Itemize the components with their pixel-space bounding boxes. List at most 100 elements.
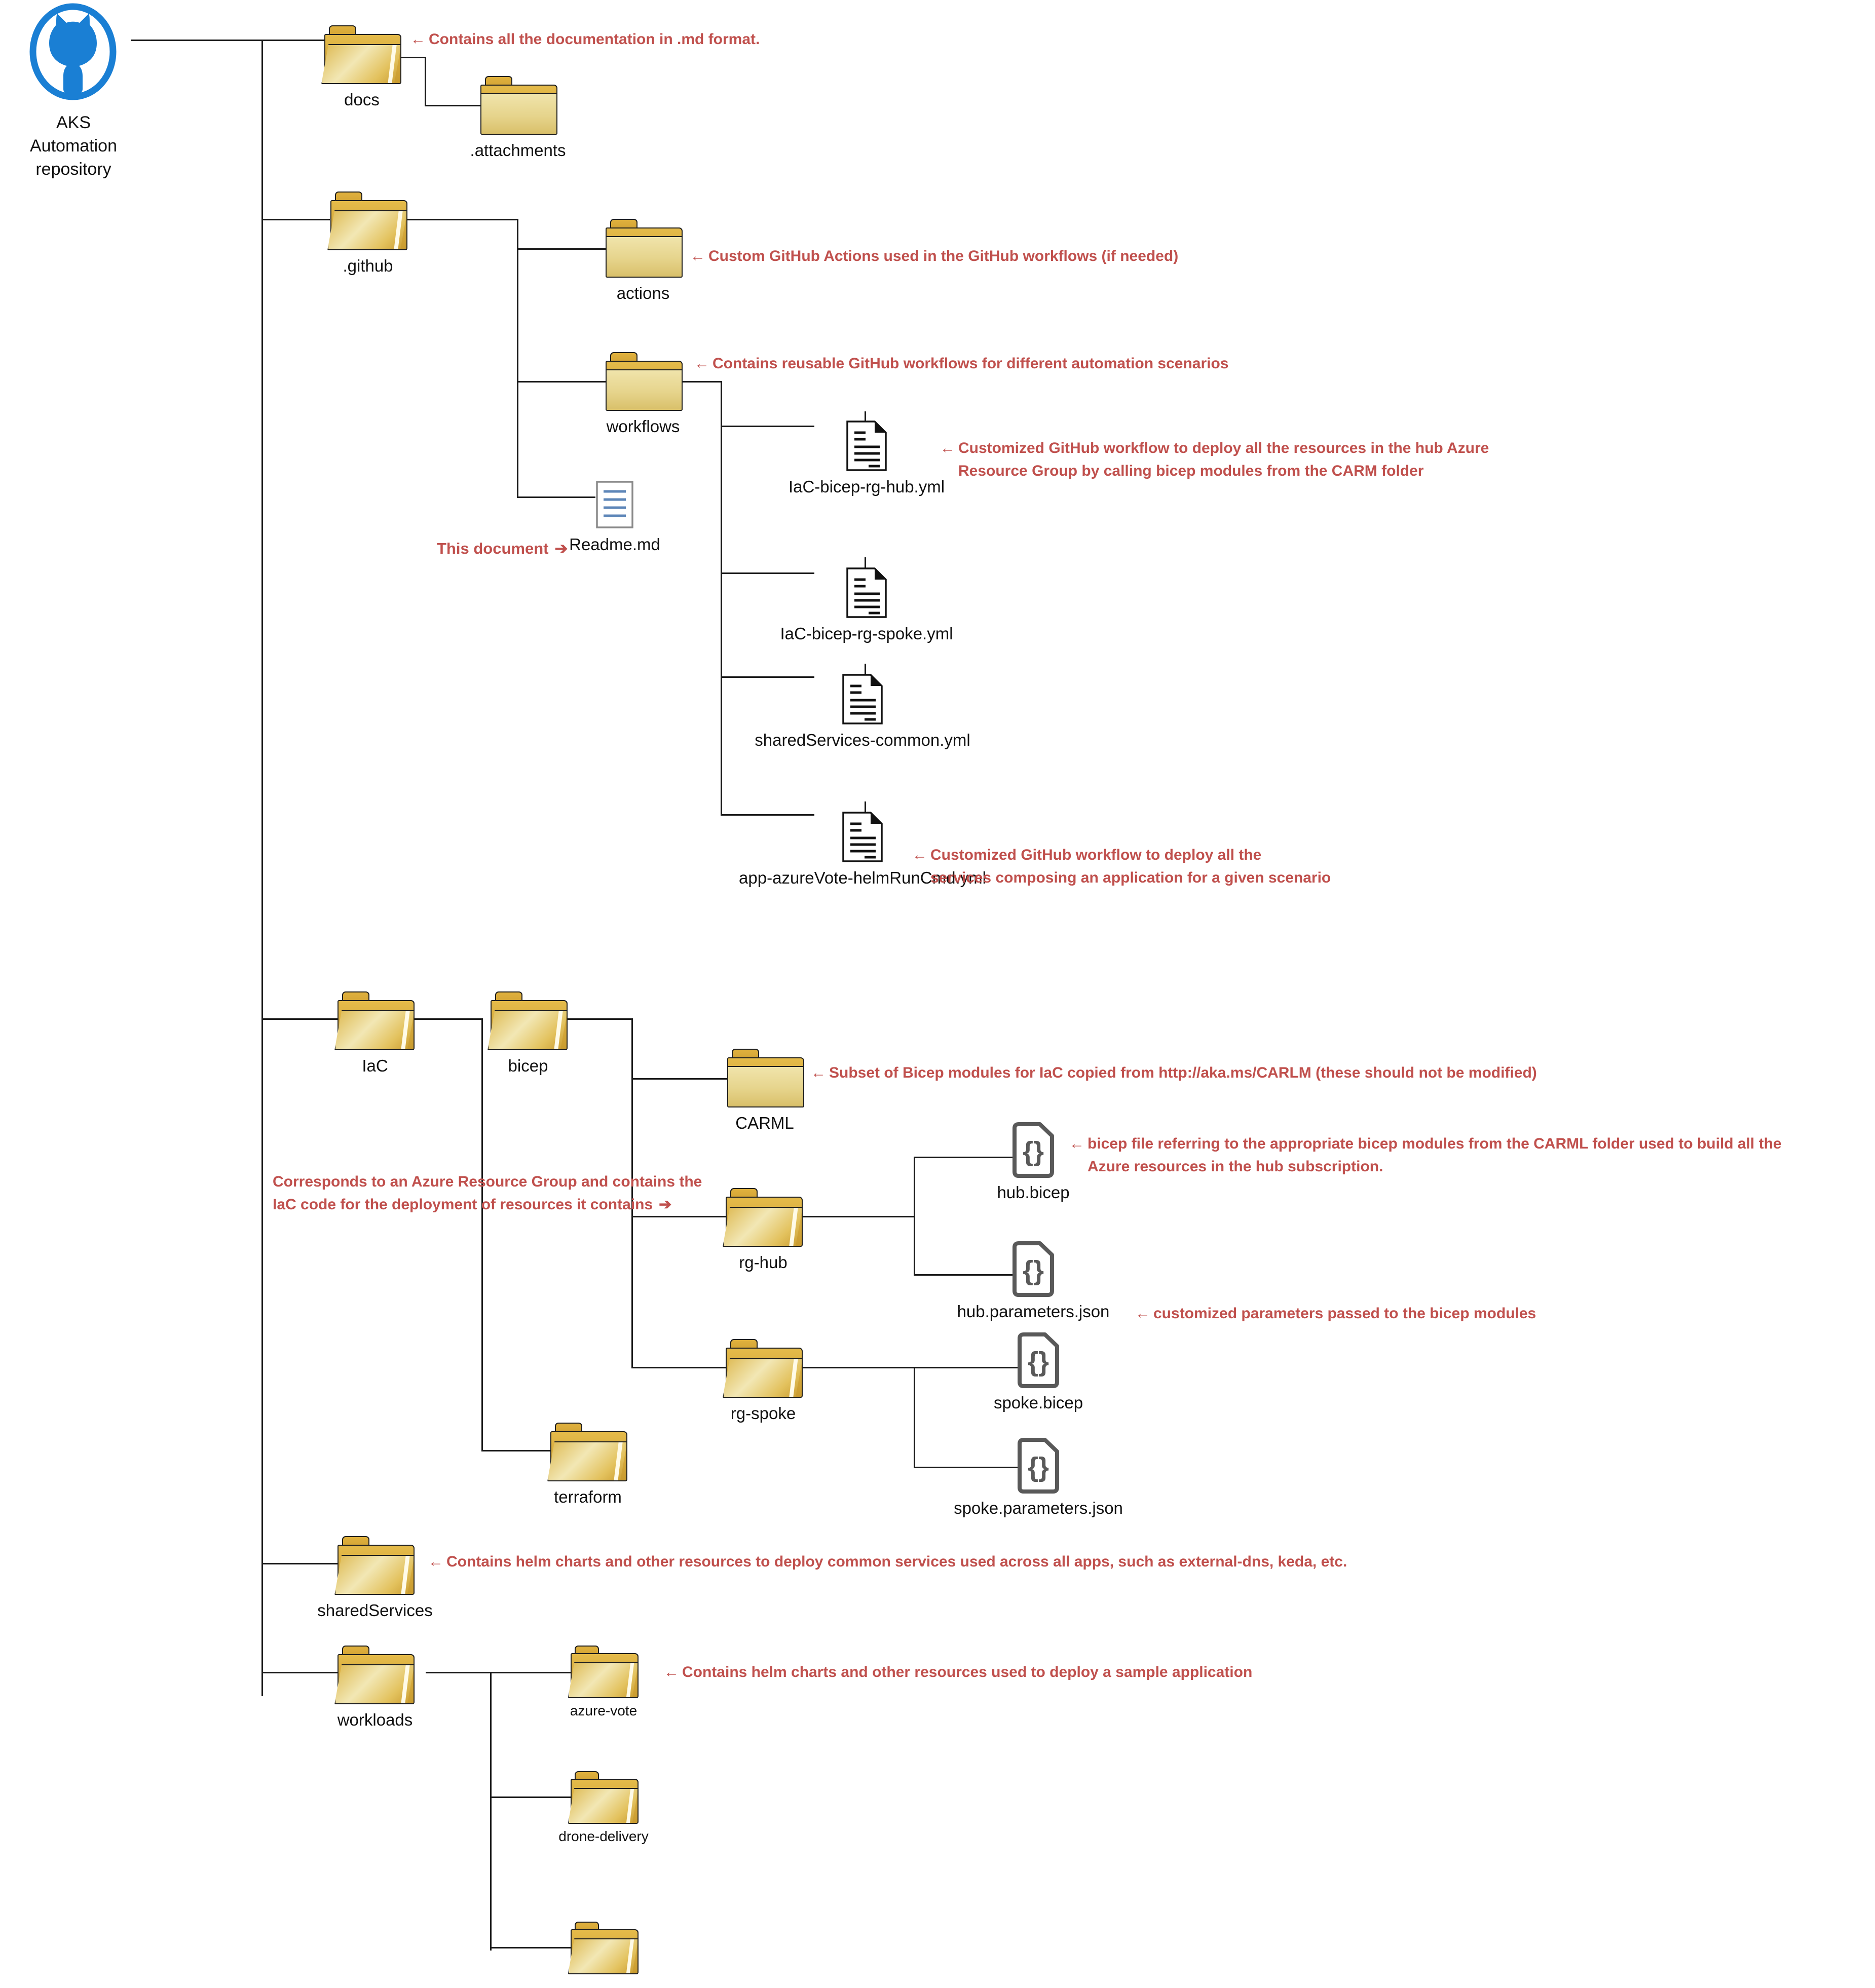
annotation-text: customized parameters passed to the bice… bbox=[1153, 1305, 1536, 1322]
annotation-azure-vote: ← Contains helm charts and other resource… bbox=[664, 1661, 1252, 1684]
connector-workloads-azurevote bbox=[490, 1672, 571, 1673]
annotation-text: bicep file referring to the appropriate … bbox=[1088, 1135, 1782, 1152]
code-file-icon: {} bbox=[1018, 1332, 1059, 1388]
connector-workflows-yml3 bbox=[721, 676, 814, 678]
node-workloads[interactable]: workloads bbox=[334, 1646, 415, 1729]
connector-spine-docs bbox=[261, 40, 330, 41]
node-spoke-bicep[interactable]: {} spoke.bicep bbox=[994, 1332, 1083, 1412]
node-label: sharedServices-common.yml bbox=[755, 731, 970, 749]
node-more-workloads[interactable]: ..... bbox=[568, 1922, 639, 1988]
connector-docs-attachments-v bbox=[425, 57, 426, 106]
arrow-right-icon: ➔ bbox=[659, 1196, 672, 1213]
node-label: ..... bbox=[590, 1979, 617, 1988]
annotation-text: Contains helm charts and other resources… bbox=[682, 1664, 1253, 1680]
node-label: drone-delivery bbox=[558, 1828, 649, 1844]
connector-bicep-carml bbox=[631, 1078, 728, 1080]
node-sharedservices-common-yml[interactable]: sharedServices-common.yml bbox=[755, 674, 970, 749]
folder-open-icon bbox=[334, 991, 415, 1050]
connector-bicep-rghub bbox=[631, 1216, 728, 1217]
node-iac-bicep-rg-hub-yml[interactable]: IaC-bicep-rg-hub.yml bbox=[789, 420, 945, 496]
node-spoke-parameters-json[interactable]: {} spoke.parameters.json bbox=[954, 1438, 1123, 1517]
node-app-azurevote-yml[interactable]: app-azureVote-helmRunCmd.yml bbox=[739, 812, 986, 887]
annotation-text: Contains reusable GitHub workflows for d… bbox=[713, 355, 1229, 372]
node-root-repository[interactable]: AKS Automation repository bbox=[28, 3, 118, 179]
node-hub-bicep[interactable]: {} hub.bicep bbox=[997, 1122, 1070, 1202]
node-iac[interactable]: IaC bbox=[334, 991, 415, 1075]
arrow-left-icon: ← bbox=[690, 248, 705, 264]
node-label: rg-spoke bbox=[730, 1404, 796, 1423]
code-file-icon: {} bbox=[1018, 1438, 1059, 1494]
node-readme-md[interactable]: Readme.md bbox=[569, 480, 660, 554]
connector-rgspoke-stem bbox=[799, 1367, 915, 1368]
code-file-icon: {} bbox=[1013, 1122, 1054, 1178]
node-label: sharedServices bbox=[317, 1601, 433, 1620]
folder-open-icon bbox=[488, 991, 568, 1050]
connector-spine-workloads bbox=[261, 1672, 338, 1673]
svg-text:{}: {} bbox=[1023, 1136, 1044, 1167]
connector-spine-github bbox=[261, 219, 330, 220]
annotation-text: Customized GitHub workflow to deploy all… bbox=[930, 847, 1262, 863]
node-label: CARML bbox=[735, 1114, 794, 1132]
connector-spine-sharedservices bbox=[261, 1563, 338, 1564]
annotation-line-2: Azure resources in the hub subscription. bbox=[1088, 1158, 1383, 1175]
node-label: hub.parameters.json bbox=[957, 1302, 1110, 1321]
code-file-icon: {} bbox=[1013, 1241, 1054, 1297]
arrow-left-icon: ← bbox=[428, 1553, 443, 1570]
arrow-left-icon: ← bbox=[664, 1664, 679, 1680]
arrow-left-icon: ← bbox=[1135, 1305, 1150, 1322]
arrow-left-icon: ← bbox=[912, 847, 927, 863]
connector-workloads-drone bbox=[490, 1796, 571, 1798]
node-shared-services[interactable]: sharedServices bbox=[317, 1536, 433, 1620]
node-docs[interactable]: docs bbox=[321, 25, 401, 109]
node-azure-vote[interactable]: azure-vote bbox=[568, 1646, 639, 1718]
connector-rghub-hubbicep bbox=[914, 1157, 1013, 1158]
folder-closed-icon bbox=[727, 1049, 804, 1107]
folder-open-icon bbox=[568, 1646, 639, 1698]
connector-bicep-rgspoke bbox=[631, 1367, 728, 1368]
node-drone-delivery[interactable]: drone-delivery bbox=[558, 1771, 649, 1844]
annotation-iac-bicep-rg-hub: ← Customized GitHub workflow to deploy al… bbox=[940, 437, 1563, 482]
node-bicep[interactable]: bicep bbox=[488, 991, 568, 1075]
node-attachments[interactable]: .attachments bbox=[470, 76, 566, 160]
node-label: azure-vote bbox=[570, 1703, 638, 1718]
annotation-hub-parameters: ← customized parameters passed to the bic… bbox=[1135, 1302, 1536, 1325]
node-workflows[interactable]: workflows bbox=[606, 352, 683, 436]
node-hub-parameters-json[interactable]: {} hub.parameters.json bbox=[957, 1241, 1109, 1321]
annotation-text: This document bbox=[437, 540, 549, 557]
folder-open-icon bbox=[568, 1771, 639, 1824]
yml-file-icon bbox=[842, 812, 883, 862]
annotation-resource-group: Corresponds to an Azure Resource Group a… bbox=[273, 1170, 779, 1216]
arrow-left-icon: ← bbox=[694, 355, 709, 372]
annotation-actions: ← Custom GitHub Actions used in the GitHu… bbox=[690, 245, 1178, 267]
connector-bicep-stem bbox=[567, 1018, 632, 1020]
node-carml[interactable]: CARML bbox=[727, 1049, 804, 1132]
connector-iac-spine bbox=[481, 1018, 483, 1451]
connector-rghub-spine bbox=[914, 1157, 915, 1276]
node-github-folder[interactable]: .github bbox=[327, 192, 407, 275]
folder-open-icon bbox=[723, 1339, 803, 1398]
connector-github-workflows bbox=[517, 381, 606, 383]
annotation-hub-bicep: ← bicep file referring to the appropriate… bbox=[1069, 1132, 1860, 1178]
node-terraform[interactable]: terraform bbox=[547, 1423, 627, 1506]
svg-text:{}: {} bbox=[1028, 1452, 1049, 1482]
connector-workloads-spine bbox=[490, 1672, 492, 1951]
node-iac-bicep-rg-spoke-yml[interactable]: IaC-bicep-rg-spoke.yml bbox=[780, 567, 953, 643]
root-label-line2: repository bbox=[35, 159, 111, 179]
annotation-line-1: ← bicep file referring to the appropriate… bbox=[1069, 1132, 1860, 1155]
connector-root-to-spine bbox=[131, 40, 262, 41]
node-label: Readme.md bbox=[569, 535, 660, 554]
folder-open-icon bbox=[568, 1922, 639, 1974]
connector-rgspoke-spine bbox=[914, 1367, 915, 1468]
arrow-left-icon: ← bbox=[940, 440, 955, 456]
connector-iac-stem bbox=[414, 1018, 482, 1020]
node-label: bicep bbox=[508, 1056, 548, 1075]
annotation-text: IaC code for the deployment of resources… bbox=[273, 1196, 653, 1213]
node-actions[interactable]: actions bbox=[606, 219, 683, 302]
annotation-workflows: ← Contains reusable GitHub workflows for … bbox=[694, 352, 1228, 375]
node-label: rg-hub bbox=[739, 1253, 788, 1272]
node-rg-spoke[interactable]: rg-spoke bbox=[723, 1339, 803, 1423]
svg-text:{}: {} bbox=[1028, 1347, 1049, 1377]
node-rg-hub[interactable]: rg-hub bbox=[723, 1188, 803, 1272]
folder-closed-icon bbox=[606, 219, 683, 278]
connector-workflows-spine bbox=[721, 381, 722, 814]
